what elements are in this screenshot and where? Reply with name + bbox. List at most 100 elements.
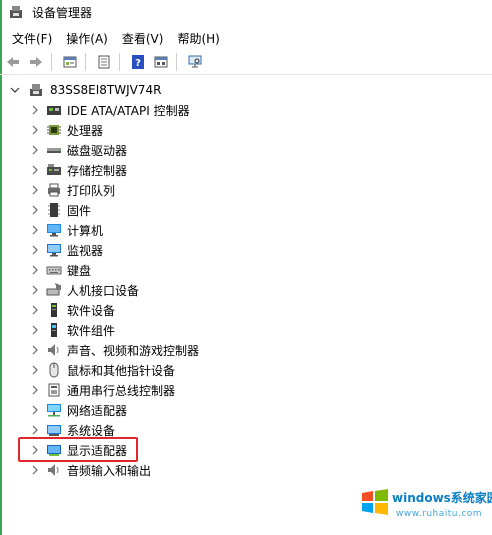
expand-chevron-icon[interactable] [30, 145, 40, 155]
firmware-icon [46, 202, 62, 218]
tree-item[interactable]: 处理器 [0, 120, 103, 140]
tree-item-label: 人机接口设备 [67, 283, 140, 298]
tree-item[interactable]: 打印队列 [0, 180, 115, 200]
ide-controller-icon [46, 102, 62, 118]
help-icon[interactable]: ? [128, 52, 148, 72]
tree-item[interactable]: 网络适配器 [0, 400, 127, 420]
menu-help[interactable]: 帮助(H) [177, 28, 219, 49]
usb-icon [46, 382, 62, 398]
tree-item[interactable]: 监视器 [0, 240, 103, 260]
expand-chevron-icon[interactable] [30, 125, 40, 135]
mouse-icon [46, 362, 62, 378]
toolbar-separator [176, 53, 177, 71]
tree-item[interactable]: IDE ATA/ATAPI 控制器 [0, 100, 190, 120]
keyboard-icon [46, 262, 62, 278]
svg-text:?: ? [135, 58, 141, 69]
toolbar-separator [51, 53, 52, 71]
tree-item-label: 软件设备 [67, 303, 116, 318]
tree-item-label: 打印队列 [67, 183, 116, 198]
expand-chevron-icon[interactable] [30, 405, 40, 415]
tree-item-label: 监视器 [67, 243, 104, 258]
tree-item[interactable]: 软件设备 [0, 300, 115, 320]
system-device-icon [46, 422, 62, 438]
tree-item-label: 键盘 [67, 263, 92, 278]
watermark-url: www.ruhaitu.com [396, 509, 483, 519]
expand-chevron-icon[interactable] [30, 305, 40, 315]
disk-drive-icon [46, 142, 62, 158]
expand-chevron-icon[interactable] [30, 245, 40, 255]
hid-icon [46, 282, 62, 298]
watermark: windows系统家园 www.ruhaitu.com [358, 483, 492, 531]
tree-root[interactable]: 83SS8EI8TWJV74R [0, 80, 161, 100]
tree-item-label: 存储控制器 [67, 163, 128, 178]
computer-root-icon [28, 82, 44, 98]
properties-icon[interactable] [60, 52, 80, 72]
tree-item[interactable]: 固件 [0, 200, 91, 220]
menu-action[interactable]: 操作(A) [66, 28, 108, 49]
tree-item-label: 磁盘驱动器 [67, 143, 128, 158]
tree-item[interactable]: 鼠标和其他指针设备 [0, 360, 175, 380]
expand-chevron-icon[interactable] [30, 165, 40, 175]
tree-item-label: 系统设备 [67, 423, 116, 438]
expand-chevron-icon[interactable] [30, 265, 40, 275]
expand-chevron-icon[interactable] [30, 185, 40, 195]
tree-item-label: 鼠标和其他指针设备 [67, 363, 176, 378]
monitor-icon [46, 242, 62, 258]
tree-item-label: 声音、视频和游戏控制器 [67, 343, 200, 358]
tree-item-label: 计算机 [67, 223, 104, 238]
forward-icon[interactable] [26, 52, 46, 72]
tree-root-label: 83SS8EI8TWJV74R [50, 83, 162, 97]
tree-item-label: 通用串行总线控制器 [67, 383, 176, 398]
software-device-icon [46, 302, 62, 318]
network-adapter-icon [46, 402, 62, 418]
software-component-icon [46, 322, 62, 338]
computer-icon [46, 222, 62, 238]
audio-io-icon [46, 462, 62, 478]
toolbar: ? [0, 50, 492, 75]
tree-item[interactable]: 声音、视频和游戏控制器 [0, 340, 199, 360]
expand-chevron-icon[interactable] [30, 465, 40, 475]
expand-chevron-icon[interactable] [30, 365, 40, 375]
watermark-brand: windows系统家园 [392, 491, 492, 505]
tree-item[interactable]: 存储控制器 [0, 160, 127, 180]
tree-item-label: 处理器 [67, 123, 104, 138]
expand-chevron-icon[interactable] [30, 345, 40, 355]
tree-item[interactable]: 软件组件 [0, 320, 115, 340]
update-driver-icon[interactable] [94, 52, 114, 72]
expand-chevron-icon[interactable] [30, 225, 40, 235]
print-queue-icon [46, 182, 62, 198]
tree-item[interactable]: 人机接口设备 [0, 280, 139, 300]
back-icon[interactable] [3, 52, 23, 72]
expand-chevron-icon[interactable] [30, 105, 40, 115]
expand-chevron-icon[interactable] [30, 205, 40, 215]
menu-file[interactable]: 文件(F) [12, 28, 52, 49]
tree-item-label: 固件 [67, 203, 92, 218]
processor-icon [46, 122, 62, 138]
storage-controller-icon [46, 162, 62, 178]
scan-hardware-icon[interactable] [185, 52, 205, 72]
collapse-chevron-icon[interactable] [10, 85, 20, 95]
expand-chevron-icon[interactable] [30, 385, 40, 395]
title-bar: 设备管理器 [0, 0, 492, 24]
tree-item-label: 网络适配器 [67, 403, 128, 418]
sound-icon [46, 342, 62, 358]
tree-item[interactable]: 磁盘驱动器 [0, 140, 127, 160]
tree-item-label: IDE ATA/ATAPI 控制器 [67, 103, 190, 118]
tree-item[interactable]: 音频输入和输出 [0, 460, 151, 480]
tree-item-label: 软件组件 [67, 323, 116, 338]
expand-chevron-icon[interactable] [30, 425, 40, 435]
expand-chevron-icon[interactable] [30, 325, 40, 335]
expand-chevron-icon[interactable] [30, 285, 40, 295]
highlight-box [18, 437, 138, 462]
view-icon[interactable] [151, 52, 171, 72]
tree-item-label: 音频输入和输出 [67, 463, 152, 478]
tree-item[interactable]: 计算机 [0, 220, 103, 240]
toolbar-separator [85, 53, 86, 71]
menu-bar: 文件(F) 操作(A) 查看(V) 帮助(H) [0, 27, 492, 49]
menu-view[interactable]: 查看(V) [122, 28, 164, 49]
toolbar-separator [119, 53, 120, 71]
tree-item[interactable]: 通用串行总线控制器 [0, 380, 175, 400]
windows-logo-icon [362, 489, 388, 515]
tree-item[interactable]: 键盘 [0, 260, 91, 280]
device-manager-icon [8, 4, 24, 20]
